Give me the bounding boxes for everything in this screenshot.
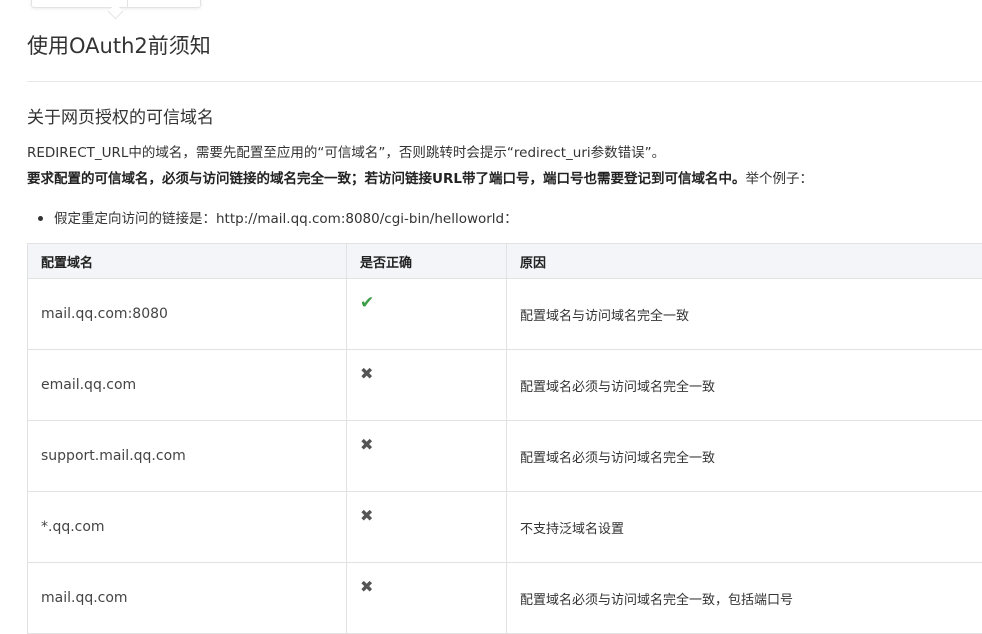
cell-reason: 不支持泛域名设置: [507, 492, 982, 563]
cross-icon: ✖: [360, 435, 373, 454]
cell-domain: support.mail.qq.com: [28, 421, 347, 492]
cross-icon: ✖: [360, 364, 373, 383]
domain-rule-rest: 举个例子：: [745, 171, 813, 187]
page-title: 使用OAuth2前须知: [27, 30, 211, 60]
cell-reason: 配置域名与访问域名完全一致: [507, 279, 982, 350]
header-correct: 是否正确: [347, 244, 507, 279]
table-row: email.qq.com ✖ 配置域名必须与访问域名完全一致: [28, 350, 982, 421]
table-row: mail.qq.com ✖ 配置域名必须与访问域名完全一致，包括端口号: [28, 563, 982, 634]
check-icon: ✔: [360, 293, 374, 313]
tooltip-divider: [127, 0, 128, 7]
cell-correct: ✖: [347, 492, 507, 563]
cell-correct: ✔: [347, 279, 507, 350]
example-bullet: 假定重定向访问的链接是：http://mail.qq.com:8080/cgi-…: [38, 207, 518, 227]
domain-rule-bold: 要求配置的可信域名，必须与访问链接的域名完全一致；若访问链接URL带了端口号，端…: [27, 171, 745, 187]
tooltip-arrow: [108, 4, 124, 20]
cell-correct: ✖: [347, 350, 507, 421]
table-row: mail.qq.com:8080 ✔ 配置域名与访问域名完全一致: [28, 279, 982, 350]
header-domain: 配置域名: [28, 244, 347, 279]
tooltip-popover: [31, 0, 201, 8]
cell-domain: mail.qq.com: [28, 563, 347, 634]
bullet-dot: [38, 216, 43, 221]
cell-reason: 配置域名必须与访问域名完全一致，包括端口号: [507, 563, 982, 634]
cell-correct: ✖: [347, 421, 507, 492]
domain-table: 配置域名 是否正确 原因 mail.qq.com:8080 ✔ 配置域名与访问域…: [27, 243, 982, 634]
cell-domain: mail.qq.com:8080: [28, 279, 347, 350]
header-reason: 原因: [507, 244, 982, 279]
table-row: support.mail.qq.com ✖ 配置域名必须与访问域名完全一致: [28, 421, 982, 492]
table-header-row: 配置域名 是否正确 原因: [28, 244, 982, 279]
cross-icon: ✖: [360, 577, 373, 596]
cell-correct: ✖: [347, 563, 507, 634]
cell-reason: 配置域名必须与访问域名完全一致: [507, 350, 982, 421]
table-row: *.qq.com ✖ 不支持泛域名设置: [28, 492, 982, 563]
cell-domain: *.qq.com: [28, 492, 347, 563]
cell-domain: email.qq.com: [28, 350, 347, 421]
cell-reason: 配置域名必须与访问域名完全一致: [507, 421, 982, 492]
section-title: 关于网页授权的可信域名: [27, 103, 214, 128]
domain-rule-paragraph: 要求配置的可信域名，必须与访问链接的域名完全一致；若访问链接URL带了端口号，端…: [27, 167, 813, 187]
redirect-url-paragraph: REDIRECT_URL中的域名，需要先配置至应用的“可信域名”，否则跳转时会提…: [27, 141, 665, 161]
title-divider: [27, 81, 982, 82]
example-bullet-text: 假定重定向访问的链接是：http://mail.qq.com:8080/cgi-…: [54, 211, 518, 227]
cross-icon: ✖: [360, 506, 373, 525]
